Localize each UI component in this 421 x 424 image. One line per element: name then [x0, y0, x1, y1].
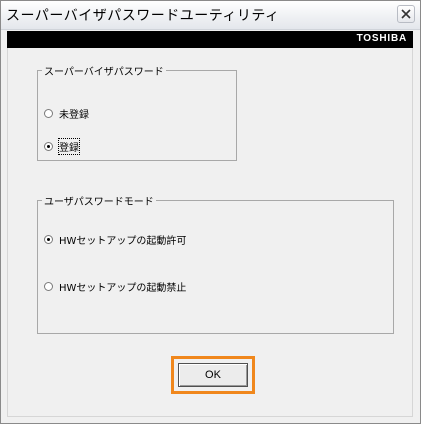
- supervisor-password-legend: スーパーバイザパスワード: [44, 67, 164, 78]
- user-password-mode-group: ユーザパスワードモード HWセットアップの起動許可 HWセットアップの起動禁止: [37, 193, 394, 334]
- ok-button[interactable]: OK: [178, 363, 248, 387]
- radio-unregistered[interactable]: 未登録: [44, 106, 89, 121]
- radio-hw-setup-allow-label: HWセットアップの起動許可: [59, 236, 187, 247]
- title-bar: スーパーバイザパスワードユーティリティ: [1, 1, 420, 30]
- radio-hw-setup-deny-indicator[interactable]: [44, 282, 53, 291]
- radio-unregistered-indicator[interactable]: [44, 109, 53, 118]
- dialog-content: スーパーバイザパスワード 未登録 登録 ユーザパスワードモード HWセットアップ…: [7, 48, 413, 417]
- radio-registered-label: 登録: [58, 138, 80, 155]
- radio-hw-setup-allow-indicator[interactable]: [44, 235, 53, 244]
- utility-window: スーパーバイザパスワードユーティリティ TOSHIBA スーパーバイザパスワード…: [0, 0, 421, 424]
- close-icon: [401, 9, 411, 19]
- ok-button-highlight: OK: [171, 356, 255, 394]
- radio-unregistered-label: 未登録: [59, 110, 89, 121]
- radio-registered-indicator[interactable]: [44, 142, 53, 151]
- supervisor-password-group: スーパーバイザパスワード 未登録 登録: [37, 63, 237, 161]
- radio-hw-setup-deny-label: HWセットアップの起動禁止: [59, 283, 187, 294]
- radio-hw-setup-deny[interactable]: HWセットアップの起動禁止: [44, 279, 186, 294]
- radio-hw-setup-allow[interactable]: HWセットアップの起動許可: [44, 232, 186, 247]
- close-button[interactable]: [397, 5, 415, 23]
- user-password-mode-legend: ユーザパスワードモード: [44, 197, 154, 208]
- window-title: スーパーバイザパスワードユーティリティ: [6, 8, 280, 24]
- radio-registered[interactable]: 登録: [44, 138, 80, 155]
- brand-bar: TOSHIBA: [7, 31, 413, 48]
- toshiba-logo: TOSHIBA: [356, 33, 407, 44]
